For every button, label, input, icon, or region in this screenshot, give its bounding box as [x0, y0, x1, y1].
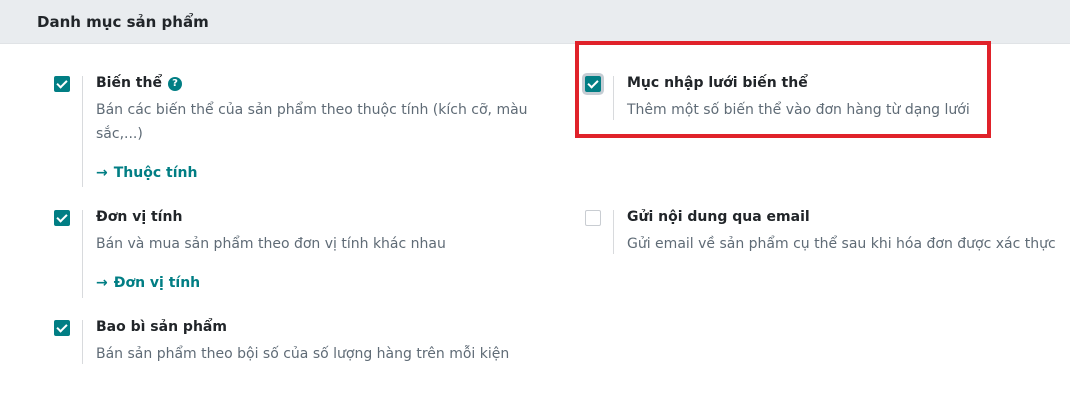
variants-checkbox[interactable]	[54, 76, 70, 92]
help-icon[interactable]: ?	[167, 77, 182, 91]
uom-link[interactable]: → Đơn vị tính	[96, 275, 200, 291]
packaging-title: Bao bì sản phẩm	[96, 319, 227, 335]
variants-title: Biến thể?	[96, 75, 182, 91]
packaging-checkbox[interactable]	[54, 320, 70, 336]
attributes-link[interactable]: → Thuộc tính	[96, 165, 197, 181]
section-header: Danh mục sản phẩm	[0, 0, 1070, 44]
variants-description: Bán các biến thể của sản phẩm theo thuộc…	[96, 102, 528, 142]
section-title: Danh mục sản phẩm	[37, 13, 209, 31]
divider	[82, 210, 83, 298]
divider	[82, 76, 83, 187]
setting-uom: Đơn vị tính Bán và mua sản phẩm theo đơn…	[54, 209, 534, 300]
arrow-right-icon: →	[96, 275, 108, 291]
email-description: Gửi email về sản phẩm cụ thể sau khi hóa…	[627, 236, 1056, 252]
uom-title: Đơn vị tính	[96, 209, 183, 225]
uom-description: Bán và mua sản phẩm theo đơn vị tính khá…	[96, 236, 446, 252]
uom-checkbox[interactable]	[54, 210, 70, 226]
packaging-description: Bán sản phẩm theo bội số của số lượng hà…	[96, 346, 510, 362]
setting-packaging: Bao bì sản phẩm Bán sản phẩm theo bội số…	[54, 319, 534, 366]
divider	[613, 210, 614, 254]
arrow-right-icon: →	[96, 165, 108, 181]
highlight-box	[575, 41, 991, 138]
setting-email: Gửi nội dung qua email Gửi email về sản …	[585, 209, 1060, 256]
email-title: Gửi nội dung qua email	[627, 209, 810, 225]
divider	[82, 320, 83, 364]
setting-variants: Biến thể? Bán các biến thể của sản phẩm …	[54, 75, 534, 188]
email-checkbox[interactable]	[585, 210, 601, 226]
